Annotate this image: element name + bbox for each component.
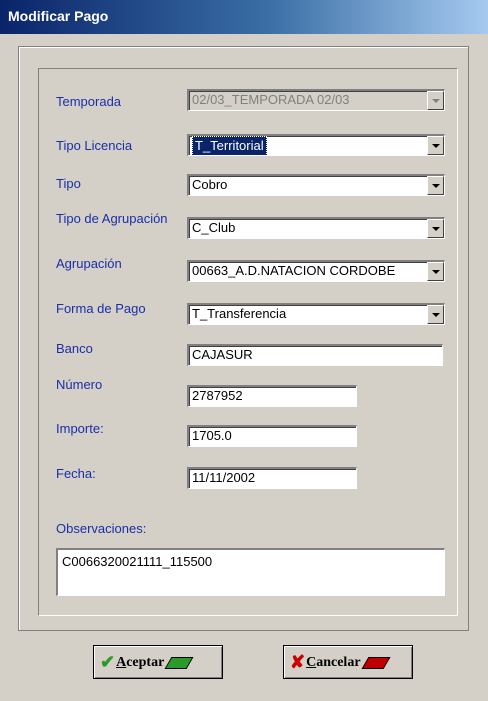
banco-value: CAJASUR: [192, 347, 253, 362]
agrupacion-value: 00663_A.D.NATACION CORDOBE: [192, 263, 396, 278]
aceptar-button[interactable]: ✔ Aceptar: [93, 645, 223, 679]
agrupacion-select[interactable]: 00663_A.D.NATACION CORDOBE: [187, 260, 445, 282]
temporada-label: Temporada: [56, 94, 122, 109]
tipo-licencia-value: T_Territorial: [192, 136, 267, 155]
tipo-agrupacion-label: Tipo de Agrupación: [56, 211, 168, 226]
numero-input[interactable]: 2787952: [187, 385, 357, 407]
tipo-select[interactable]: Cobro: [187, 174, 445, 196]
window-title: Modificar Pago: [8, 8, 109, 24]
temporada-value: 02/03_TEMPORADA 02/03: [192, 92, 350, 107]
temporada-dropdown-icon: [427, 91, 444, 110]
pen-icon: [164, 656, 194, 669]
tipo-agrupacion-value: C_Club: [192, 220, 236, 235]
numero-label: Número: [56, 377, 103, 392]
aceptar-label: ceptar: [126, 654, 165, 670]
x-icon: ✘: [290, 652, 306, 672]
tipo-dropdown-icon[interactable]: [427, 176, 444, 195]
tipo-agrupacion-dropdown-icon[interactable]: [427, 219, 444, 238]
cancelar-button[interactable]: ✘ Cancelar: [283, 645, 413, 679]
tipo-licencia-select[interactable]: T_Territorial: [187, 134, 445, 156]
fecha-input[interactable]: 11/11/2002: [187, 467, 357, 489]
observaciones-value: C0066320021111_115500: [62, 554, 213, 569]
aceptar-accesskey: A: [116, 654, 127, 670]
banco-input[interactable]: CAJASUR: [187, 344, 443, 366]
importe-value: 1705.0: [192, 428, 232, 443]
tipo-agrupacion-select[interactable]: C_Club: [187, 217, 445, 239]
observaciones-textarea[interactable]: C0066320021111_115500: [56, 548, 445, 596]
forma-pago-dropdown-icon[interactable]: [427, 305, 444, 324]
agrupacion-dropdown-icon[interactable]: [427, 262, 444, 281]
tipo-label: Tipo: [56, 176, 81, 191]
fecha-label: Fecha:: [56, 466, 96, 481]
cancelar-accesskey: C: [306, 654, 317, 670]
fecha-value: 11/11/2002: [192, 470, 256, 485]
check-icon: ✔: [100, 652, 116, 672]
tipo-licencia-dropdown-icon[interactable]: [427, 136, 444, 155]
importe-label: Importe:: [56, 421, 104, 436]
numero-value: 2787952: [192, 388, 243, 403]
tipo-value: Cobro: [192, 177, 228, 192]
forma-pago-select[interactable]: T_Transferencia: [187, 303, 445, 325]
agrupacion-label: Agrupación: [56, 256, 122, 271]
importe-input[interactable]: 1705.0: [187, 425, 357, 447]
cancelar-label: ancelar: [316, 654, 361, 670]
title-bar: Modificar Pago: [0, 0, 488, 34]
temporada-select: 02/03_TEMPORADA 02/03: [187, 89, 445, 111]
tipo-licencia-label: Tipo Licencia: [56, 138, 133, 153]
pen-icon: [361, 656, 391, 669]
forma-pago-value: T_Transferencia: [192, 306, 287, 321]
banco-label: Banco: [56, 341, 93, 356]
forma-pago-label: Forma de Pago: [56, 301, 146, 316]
observaciones-label: Observaciones:: [56, 521, 147, 536]
